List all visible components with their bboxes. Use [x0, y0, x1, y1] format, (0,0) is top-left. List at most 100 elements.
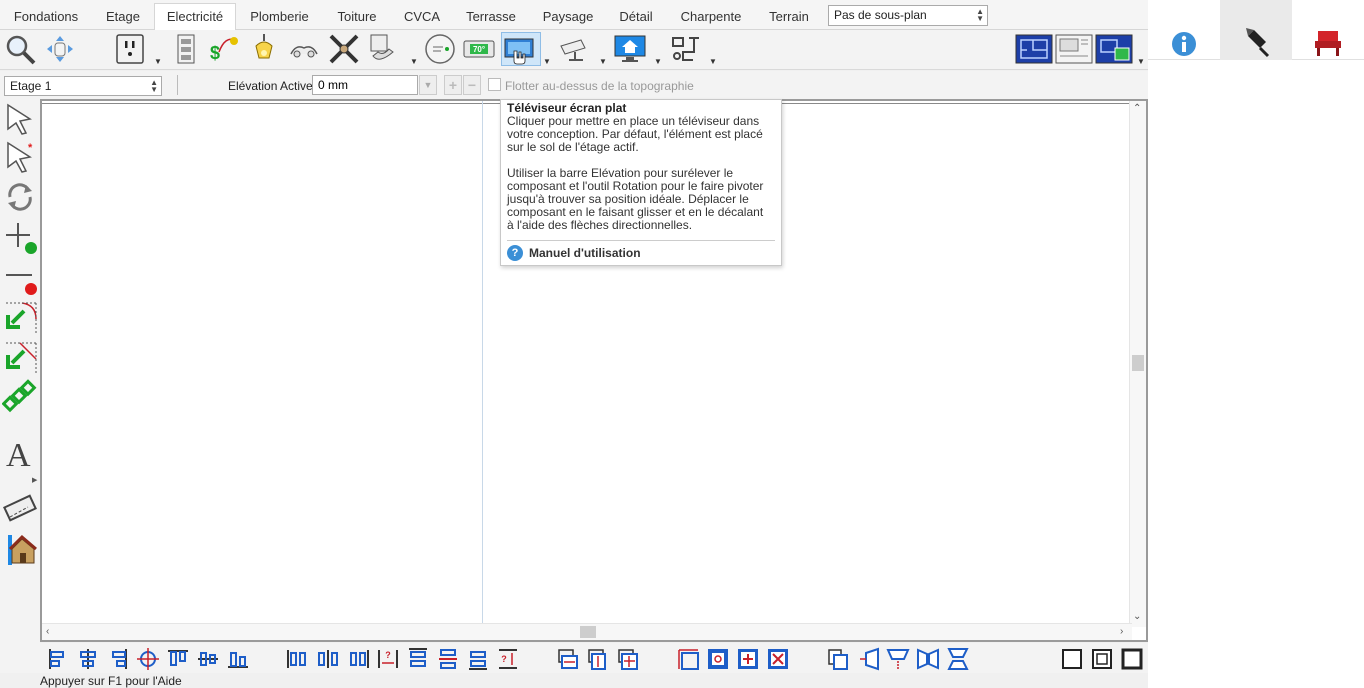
3d-view-button[interactable]	[1095, 32, 1133, 66]
distribute-v-bottom-button[interactable]	[466, 647, 490, 671]
tab-paysage[interactable]: Paysage	[530, 4, 606, 30]
space-h-button[interactable]: ?	[376, 647, 400, 671]
scroll-right-icon[interactable]: ›	[1120, 626, 1123, 637]
vertical-scroll-thumb[interactable]	[1132, 355, 1144, 371]
subplan-select[interactable]: Pas de sous-plan ▲ ▼	[828, 5, 988, 26]
floor-select[interactable]: Etage 1 ▲ ▼	[4, 76, 162, 96]
select-tool-button[interactable]	[2, 101, 38, 137]
align-middle-button[interactable]	[196, 647, 220, 671]
elevation-dropdown[interactable]: ▼	[419, 75, 437, 95]
distribute-center-icon	[318, 650, 338, 668]
tv-dropdown-icon[interactable]: ▼	[543, 57, 551, 66]
distribute-h-right-button[interactable]	[346, 647, 370, 671]
frame-doc-button[interactable]	[1090, 647, 1114, 671]
furniture-tab[interactable]	[1292, 0, 1364, 60]
shrink-button[interactable]	[766, 647, 790, 671]
distribute-v-middle-button[interactable]	[436, 647, 460, 671]
pan-button[interactable]	[43, 32, 77, 66]
elevation-minus-button[interactable]: −	[463, 75, 481, 95]
layout-view-button[interactable]	[1055, 32, 1093, 66]
distribute-v-top-button[interactable]	[406, 647, 430, 671]
expand-button[interactable]	[736, 647, 760, 671]
reflect-left-button[interactable]	[856, 647, 880, 671]
info-tab[interactable]	[1148, 0, 1220, 60]
align-left-button[interactable]	[46, 647, 70, 671]
text-tool-flyout-icon[interactable]: ▶	[32, 476, 37, 484]
frame-plain-button[interactable]	[1060, 647, 1084, 671]
space-v-button[interactable]: ?	[496, 647, 520, 671]
electrical-connection-button[interactable]: $	[207, 32, 241, 66]
tab-terrain[interactable]: Terrain	[756, 4, 822, 30]
camera-tool-button[interactable]	[2, 491, 38, 527]
3d-house-button[interactable]	[2, 531, 38, 567]
scroll-left-icon[interactable]: ‹	[46, 626, 49, 637]
align-center-h-button[interactable]	[76, 647, 100, 671]
switch-panel-button[interactable]	[169, 32, 203, 66]
reflect-vertical-button[interactable]	[946, 647, 970, 671]
reflect-horizontal-button[interactable]	[916, 647, 940, 671]
outlet-dropdown-icon[interactable]: ▼	[154, 57, 162, 66]
reflect-top-button[interactable]	[886, 647, 910, 671]
fillet-tool-button[interactable]	[2, 299, 38, 335]
chamfer-tool-button[interactable]	[2, 339, 38, 375]
align-top-button[interactable]	[166, 647, 190, 671]
view-dropdown-icon[interactable]: ▼	[1137, 57, 1145, 66]
fixture-button[interactable]	[287, 32, 321, 66]
distribute-h-left-button[interactable]	[286, 647, 310, 671]
tab-plomberie[interactable]: Plomberie	[237, 4, 322, 30]
tab-electricite[interactable]: Electricité	[154, 3, 236, 31]
tab-detail[interactable]: Détail	[606, 4, 666, 30]
delete-point-button[interactable]	[2, 261, 38, 297]
scroll-down-icon[interactable]: ⌄	[1133, 611, 1141, 622]
tab-fondations[interactable]: Fondations	[0, 4, 92, 30]
copy-transform-button[interactable]	[826, 647, 850, 671]
vertical-scrollbar[interactable]: ⌃ ⌄	[1129, 101, 1146, 627]
frame-rounded-button[interactable]	[1120, 647, 1144, 671]
space-vertical-icon: ?	[499, 649, 517, 669]
user-manual-label: Manuel d'utilisation	[529, 246, 641, 260]
camera-dropdown-icon[interactable]: ▼	[599, 57, 607, 66]
thermostat-button[interactable]: 70°	[462, 32, 496, 66]
ceiling-fan-button[interactable]	[327, 32, 361, 66]
match-size-button[interactable]	[616, 647, 640, 671]
select-multiple-button[interactable]: *	[2, 139, 38, 175]
phone-dropdown-icon[interactable]: ▼	[410, 57, 418, 66]
pen-tab[interactable]	[1220, 0, 1292, 60]
resize-arrows-button[interactable]	[676, 647, 700, 671]
tab-cvca[interactable]: CVCA	[392, 4, 452, 30]
fit-center-button[interactable]	[706, 647, 730, 671]
phone-button[interactable]	[365, 32, 399, 66]
add-point-button[interactable]	[2, 219, 38, 255]
horizontal-scroll-thumb[interactable]	[580, 626, 596, 638]
horizontal-scrollbar[interactable]: ‹ ›	[42, 623, 1132, 640]
flat-tv-button[interactable]	[501, 32, 541, 66]
center-both-button[interactable]	[136, 647, 160, 671]
tab-charpente[interactable]: Charpente	[666, 4, 756, 30]
float-above-terrain-checkbox[interactable]	[488, 78, 501, 91]
ceiling-light-button[interactable]	[247, 32, 281, 66]
outlet-button[interactable]	[113, 32, 147, 66]
automation-dropdown-icon[interactable]: ▼	[654, 57, 662, 66]
home-automation-button[interactable]	[613, 32, 647, 66]
distribute-h-center-button[interactable]	[316, 647, 340, 671]
scroll-up-icon[interactable]: ⌃	[1133, 103, 1141, 114]
security-camera-button[interactable]	[557, 32, 591, 66]
join-tool-button[interactable]	[1, 379, 38, 415]
wiring-button[interactable]	[669, 32, 703, 66]
elevation-plus-button[interactable]: +	[444, 75, 462, 95]
match-width-button[interactable]	[556, 647, 580, 671]
align-bottom-button[interactable]	[226, 647, 250, 671]
align-right-button[interactable]	[106, 647, 130, 671]
smoke-detector-button[interactable]	[423, 32, 457, 66]
align-toolbar: ? ?	[40, 643, 1148, 673]
rotate-tool-button[interactable]	[2, 179, 38, 215]
zoom-button[interactable]	[3, 32, 37, 66]
tab-etage[interactable]: Etage	[92, 4, 154, 30]
match-height-button[interactable]	[586, 647, 610, 671]
tab-terrasse[interactable]: Terrasse	[452, 4, 530, 30]
tab-toiture[interactable]: Toiture	[322, 4, 392, 30]
wiring-dropdown-icon[interactable]: ▼	[709, 57, 717, 66]
floor-plan-view-button[interactable]	[1015, 32, 1053, 66]
text-tool-button[interactable]: A	[2, 435, 38, 474]
elevation-input[interactable]	[312, 75, 418, 95]
